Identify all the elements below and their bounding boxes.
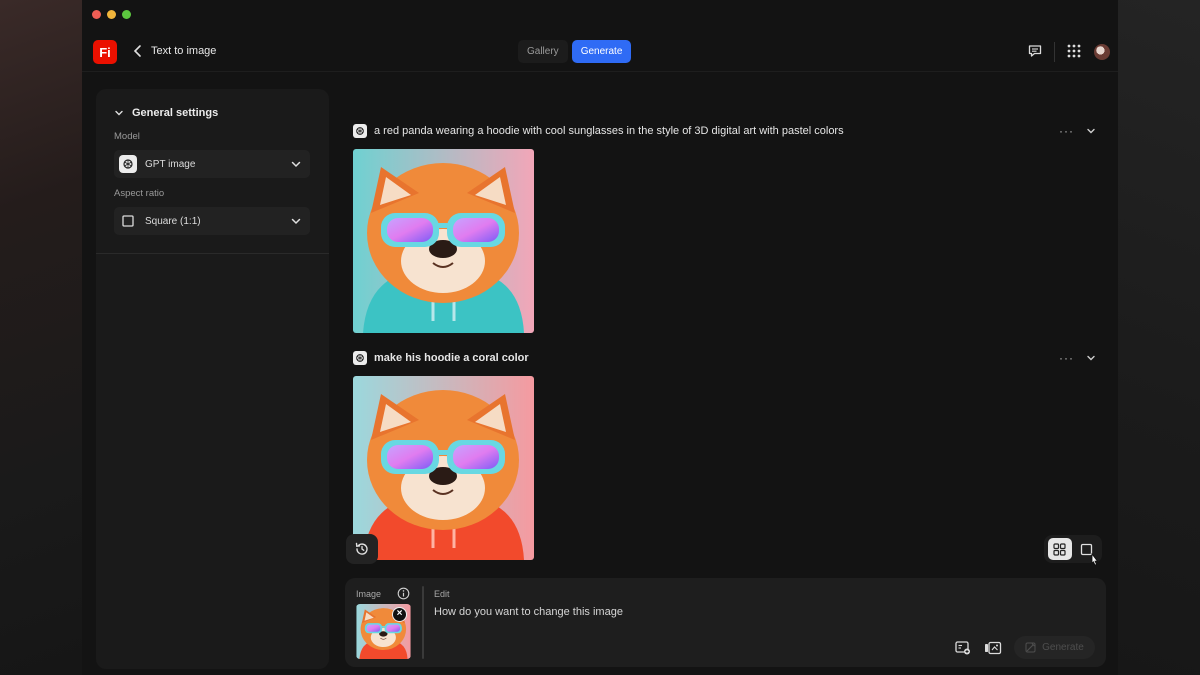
edit-prompt-input[interactable]: How do you want to change this image	[434, 606, 623, 618]
header-divider	[1054, 42, 1055, 62]
settings-panel: General settings Model GPT image Aspect …	[96, 89, 329, 669]
aspect-ratio-select[interactable]: Square (1:1)	[114, 207, 310, 235]
info-icon[interactable]	[397, 587, 410, 600]
chevron-down-icon	[115, 110, 123, 116]
firefly-logo[interactable]: Fi	[93, 40, 117, 64]
desktop-background-right	[1118, 0, 1200, 675]
minimize-window-button[interactable]	[107, 10, 116, 19]
remove-image-icon[interactable]: ×	[392, 607, 407, 622]
prompt-text: make his hoodie a coral color	[374, 352, 529, 364]
generate-label: Generate	[1042, 642, 1084, 653]
prompt-row: a red panda wearing a hoodie with cool s…	[353, 124, 844, 138]
edit-composer: Image × Edit How do you want to change t…	[345, 578, 1106, 667]
close-window-button[interactable]	[92, 10, 101, 19]
openai-icon	[353, 351, 367, 365]
composer-divider	[422, 586, 424, 659]
tab-generate[interactable]: Generate	[571, 40, 632, 63]
desktop-background-left	[0, 0, 82, 675]
general-settings-section: General settings Model GPT image Aspect …	[96, 89, 329, 254]
prompt-row: make his hoodie a coral color	[353, 351, 529, 365]
aspect-ratio-label: Aspect ratio	[114, 188, 165, 199]
prompt-actions: ···	[1059, 124, 1096, 138]
page-title: Text to image	[151, 45, 217, 57]
chevron-down-icon	[291, 161, 301, 168]
more-options-icon[interactable]: ···	[1059, 351, 1074, 365]
generated-image[interactable]	[353, 376, 534, 560]
feedback-icon[interactable]	[1025, 41, 1045, 61]
image-variations-icon[interactable]	[983, 638, 1003, 658]
general-settings-toggle[interactable]: General settings	[114, 107, 218, 119]
model-select[interactable]: GPT image	[114, 150, 310, 178]
model-value: GPT image	[145, 158, 196, 170]
grid-view-icon	[1053, 542, 1066, 556]
more-options-icon[interactable]: ···	[1059, 124, 1074, 138]
chevron-down-icon[interactable]	[1086, 126, 1096, 136]
image-label: Image	[356, 589, 382, 599]
grid-view-button[interactable]	[1047, 538, 1072, 560]
chevron-down-icon	[291, 218, 301, 225]
generated-image[interactable]	[353, 149, 534, 333]
mode-switch: Gallery Generate	[518, 40, 632, 63]
app-header: Fi Text to image Gallery Generate	[82, 30, 1118, 72]
history-button[interactable]	[346, 534, 378, 564]
back-icon[interactable]	[130, 42, 146, 60]
section-title: General settings	[132, 107, 219, 119]
edit-label: Edit	[434, 589, 450, 599]
aspect-ratio-value: Square (1:1)	[145, 215, 201, 227]
window-titlebar	[82, 0, 1118, 30]
openai-icon	[353, 124, 367, 138]
chevron-down-icon[interactable]	[1086, 353, 1096, 363]
app-window: Fi Text to image Gallery Generate Genera…	[82, 0, 1118, 675]
tab-gallery[interactable]: Gallery	[518, 40, 568, 63]
prompt-text: a red panda wearing a hoodie with cool s…	[374, 125, 844, 137]
apps-grid-icon[interactable]	[1064, 41, 1084, 61]
style-reference-icon[interactable]	[953, 638, 973, 658]
sparkle-edit-icon	[1025, 642, 1036, 653]
generate-button[interactable]: Generate	[1014, 636, 1095, 659]
openai-icon	[119, 155, 137, 173]
square-icon	[119, 212, 137, 230]
avatar[interactable]	[1094, 44, 1110, 60]
zoom-window-button[interactable]	[122, 10, 131, 19]
mouse-cursor-icon	[1091, 553, 1099, 566]
history-icon	[355, 542, 368, 555]
prompt-actions: ···	[1059, 351, 1096, 365]
model-label: Model	[114, 131, 140, 142]
